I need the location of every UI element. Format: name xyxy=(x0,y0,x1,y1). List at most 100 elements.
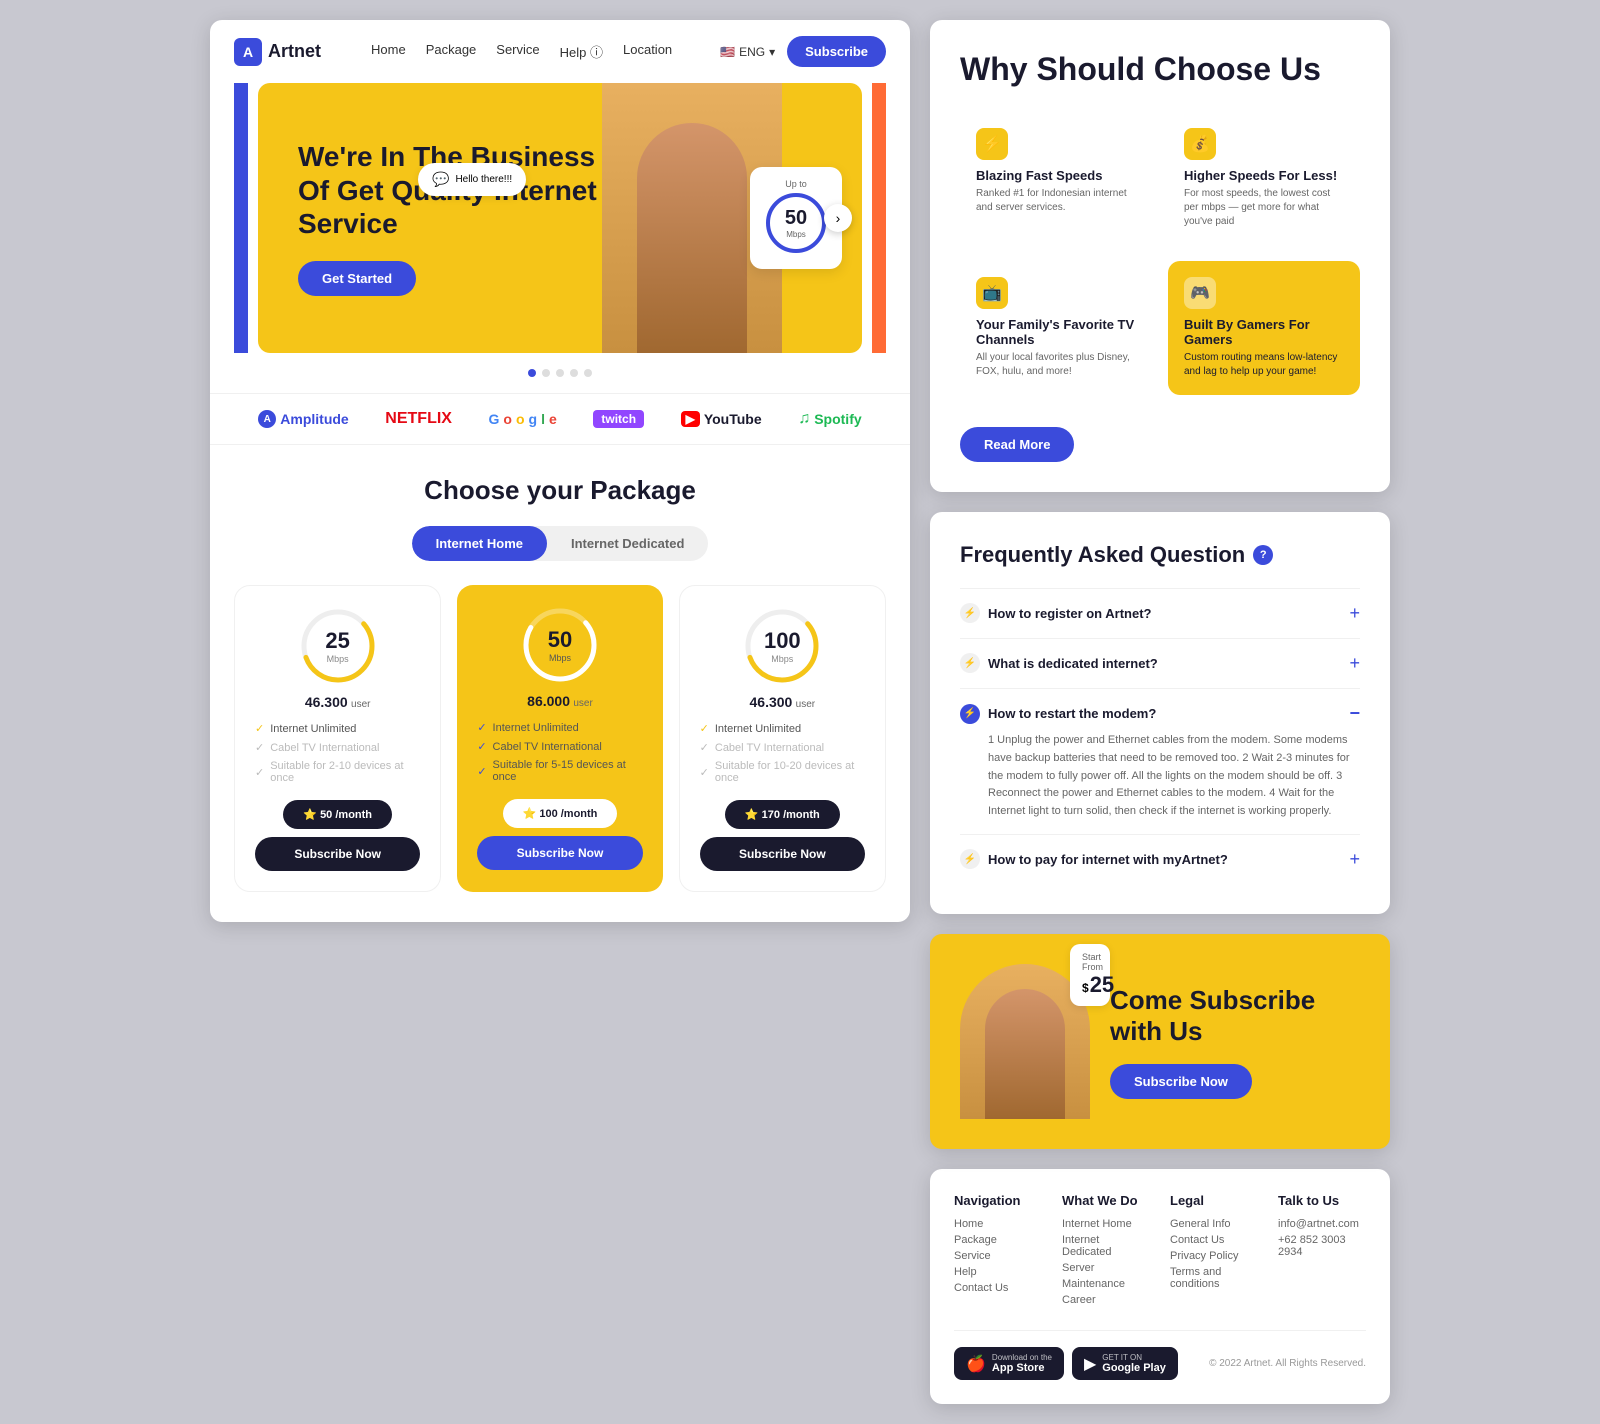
why-card-title-gamers: Built By Gamers For Gamers xyxy=(1184,317,1344,347)
apple-icon: 🍎 xyxy=(966,1354,986,1374)
footer-service-dedicated[interactable]: Internet Dedicated xyxy=(1062,1234,1150,1258)
why-cards-col: ⚡ Blazing Fast Speeds Ranked #1 for Indo… xyxy=(960,112,1360,462)
subscribe-button-25[interactable]: Subscribe Now xyxy=(255,837,420,871)
speed-number: 50 xyxy=(785,207,807,230)
banner-start-from: Start From xyxy=(1082,952,1098,972)
footer-email[interactable]: info@artnet.com xyxy=(1278,1218,1366,1230)
app-store-label-sm: Download on the xyxy=(992,1353,1052,1362)
pkg-features-100: ✓ Internet Unlimited ✓ Cabel TV Internat… xyxy=(700,722,865,784)
pkg-price-50: 86.000 user xyxy=(477,693,642,709)
why-card-desc-tv: All your local favorites plus Disney, FO… xyxy=(976,351,1136,379)
why-card-desc-price: For most speeds, the lowest cost per mbp… xyxy=(1184,187,1344,229)
nav-subscribe-button[interactable]: Subscribe xyxy=(787,36,886,67)
pkg-price-100: 46.300 user xyxy=(700,694,865,710)
right-panel: Why Should Choose Us ⚡ Blazing Fast Spee… xyxy=(930,20,1390,1404)
footer-service-server[interactable]: Server xyxy=(1062,1262,1150,1274)
read-more-button[interactable]: Read More xyxy=(960,427,1074,462)
speed-gauge-100: 100 Mbps xyxy=(742,606,822,686)
feature-item: ✓ Cabel TV International xyxy=(700,741,865,754)
pkg-coin-25: ⭐ 50 /month xyxy=(283,800,392,829)
nav-home[interactable]: Home xyxy=(371,42,406,61)
footer-legal-contact[interactable]: Contact Us xyxy=(1170,1234,1258,1246)
banner-title: Come Subscribe with Us xyxy=(1110,985,1360,1047)
tab-internet-dedicated[interactable]: Internet Dedicated xyxy=(547,526,708,561)
dot-3[interactable] xyxy=(556,369,564,377)
why-card-desc-speed: Ranked #1 for Indonesian internet and se… xyxy=(976,187,1136,215)
app-store-badge[interactable]: 🍎 Download on the App Store xyxy=(954,1347,1064,1380)
footer-service-maintenance[interactable]: Maintenance xyxy=(1062,1278,1150,1290)
package-card-25: 25 Mbps 46.300 user ✓ Internet Unlimited… xyxy=(234,585,441,892)
why-section: Why Should Choose Us ⚡ Blazing Fast Spee… xyxy=(930,20,1390,492)
faq-item-3-content: ⚡ How to restart the modem? − 1 Unplug t… xyxy=(960,703,1360,820)
faq-toggle-3[interactable]: − xyxy=(1349,703,1360,724)
footer-nav-home[interactable]: Home xyxy=(954,1218,1042,1230)
faq-question-4: ⚡ How to pay for internet with myArtnet? xyxy=(960,849,1349,869)
brand-spotify: ♫ Spotify xyxy=(798,410,861,428)
footer-service-home[interactable]: Internet Home xyxy=(1062,1218,1150,1230)
banner-person-figure xyxy=(985,989,1065,1119)
dot-2[interactable] xyxy=(542,369,550,377)
dot-1[interactable] xyxy=(528,369,536,377)
nav-links: Home Package Service Help ⓘ Location xyxy=(371,42,690,61)
footer-legal-terms[interactable]: Terms and conditions xyxy=(1170,1266,1258,1290)
feature-item: ✓ Cabel TV International xyxy=(255,741,420,754)
footer-legal-privacy[interactable]: Privacy Policy xyxy=(1170,1250,1258,1262)
logo-icon: A xyxy=(234,38,262,66)
footer-nav-help[interactable]: Help xyxy=(954,1266,1042,1278)
footer-phone[interactable]: +62 852 3003 2934 xyxy=(1278,1234,1366,1258)
footer-bottom: 🍎 Download on the App Store ▶ GET IT ON … xyxy=(954,1330,1366,1380)
nav-help[interactable]: Help ⓘ xyxy=(560,42,603,61)
nav-right: 🇺🇸ENG▾ Subscribe xyxy=(720,36,886,67)
footer-contact-title: Talk to Us xyxy=(1278,1193,1366,1208)
tab-internet-home[interactable]: Internet Home xyxy=(412,526,547,561)
faq-bullet-3: ⚡ xyxy=(960,704,980,724)
brand-amplitude: A Amplitude xyxy=(258,410,348,428)
subscribe-button-50[interactable]: Subscribe Now xyxy=(477,836,642,870)
dot-4[interactable] xyxy=(570,369,578,377)
faq-bullet-1: ⚡ xyxy=(960,603,980,623)
footer-nav-service[interactable]: Service xyxy=(954,1250,1042,1262)
nav-package[interactable]: Package xyxy=(426,42,477,61)
faq-title: Frequently Asked Question ? xyxy=(960,542,1360,568)
lang-selector[interactable]: 🇺🇸ENG▾ xyxy=(720,45,775,59)
subscribe-now-button[interactable]: Subscribe Now xyxy=(1110,1064,1252,1099)
google-play-badge[interactable]: ▶ GET IT ON Google Play xyxy=(1072,1347,1178,1380)
footer-col-legal: Legal General Info Contact Us Privacy Po… xyxy=(1170,1193,1258,1310)
nav-service[interactable]: Service xyxy=(496,42,539,61)
faq-toggle-1[interactable]: + xyxy=(1349,603,1360,624)
banner-price-display: $ 25 xyxy=(1082,972,1098,998)
why-card-tv: 📺 Your Family's Favorite TV Channels All… xyxy=(960,261,1152,395)
footer-col-navigation: Navigation Home Package Service Help Con… xyxy=(954,1193,1042,1310)
faq-toggle-2[interactable]: + xyxy=(1349,653,1360,674)
footer-service-career[interactable]: Career xyxy=(1062,1294,1150,1306)
brand-google: Google xyxy=(489,411,557,427)
speed-unit: Mbps xyxy=(786,230,806,239)
footer: Navigation Home Package Service Help Con… xyxy=(930,1169,1390,1404)
banner-price-number: 25 xyxy=(1090,972,1114,998)
faq-toggle-4[interactable]: + xyxy=(1349,849,1360,870)
footer-legal-general[interactable]: General Info xyxy=(1170,1218,1258,1230)
pkg-coin-50: ⭐ 100 /month xyxy=(503,799,618,828)
footer-nav-contact[interactable]: Contact Us xyxy=(954,1282,1042,1294)
feature-item: ✓ Internet Unlimited xyxy=(477,721,642,734)
hero-cta-button[interactable]: Get Started xyxy=(298,261,416,296)
hero-next-button[interactable]: › xyxy=(824,204,852,232)
subscribe-banner: Start From $ 25 Come Subscribe with Us S… xyxy=(930,934,1390,1149)
dot-5[interactable] xyxy=(584,369,592,377)
why-icon-gamers: 🎮 xyxy=(1184,277,1216,309)
faq-item-4: ⚡ How to pay for internet with myArtnet?… xyxy=(960,834,1360,884)
faq-item-3: ⚡ How to restart the modem? − 1 Unplug t… xyxy=(960,688,1360,834)
why-grid: ⚡ Blazing Fast Speeds Ranked #1 for Indo… xyxy=(960,112,1360,395)
faq-question-1: ⚡ How to register on Artnet? xyxy=(960,603,1349,623)
footer-columns: Navigation Home Package Service Help Con… xyxy=(954,1193,1366,1310)
logo-text: Artnet xyxy=(268,41,321,62)
pkg-features-50: ✓ Internet Unlimited ✓ Cabel TV Internat… xyxy=(477,721,642,783)
subscribe-button-100[interactable]: Subscribe Now xyxy=(700,837,865,871)
feature-item: ✓ Suitable for 5-15 devices at once xyxy=(477,759,642,783)
footer-nav-package[interactable]: Package xyxy=(954,1234,1042,1246)
feature-item: ✓ Internet Unlimited xyxy=(255,722,420,735)
package-card-50: 50 Mbps 86.000 user ✓ Internet Unlimited… xyxy=(457,585,662,892)
google-play-label: Google Play xyxy=(1102,1362,1166,1374)
banner-price-tag: Start From $ 25 xyxy=(1070,944,1110,1006)
nav-location[interactable]: Location xyxy=(623,42,672,61)
